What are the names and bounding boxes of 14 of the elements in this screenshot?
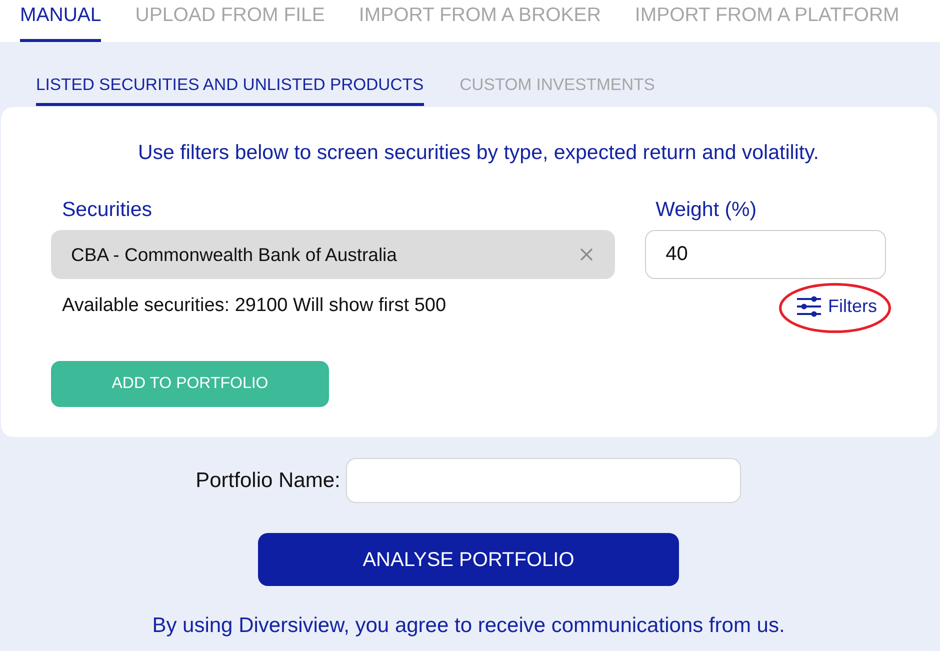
tab[interactable]: MANUAL — [20, 0, 102, 42]
footer-text: By using Diversiview, you agree to receive communications from us. — [152, 614, 785, 638]
intro-text: Use filters below to screen securities by type, expected return and volatility. — [137, 141, 820, 165]
field-label: Portfolio Name: — [196, 468, 340, 494]
weight-input[interactable]: 40 — [644, 230, 886, 279]
clear-icon — [580, 248, 593, 261]
analyse-portfolio-button[interactable]: ANALYSE PORTFOLIO — [258, 533, 679, 586]
field-label: Securities — [61, 198, 154, 222]
field-label: Weight (%) — [654, 198, 758, 222]
portfolio-name-input[interactable] — [346, 458, 742, 503]
select-value: CBA - Commonwealth Bank of Australia — [71, 242, 397, 267]
securities-select[interactable]: CBA - Commonwealth Bank of Australia — [51, 230, 615, 279]
sliders-icon — [797, 296, 821, 316]
availability-text: Available securities: 29100 Will show first 500 — [61, 295, 448, 317]
